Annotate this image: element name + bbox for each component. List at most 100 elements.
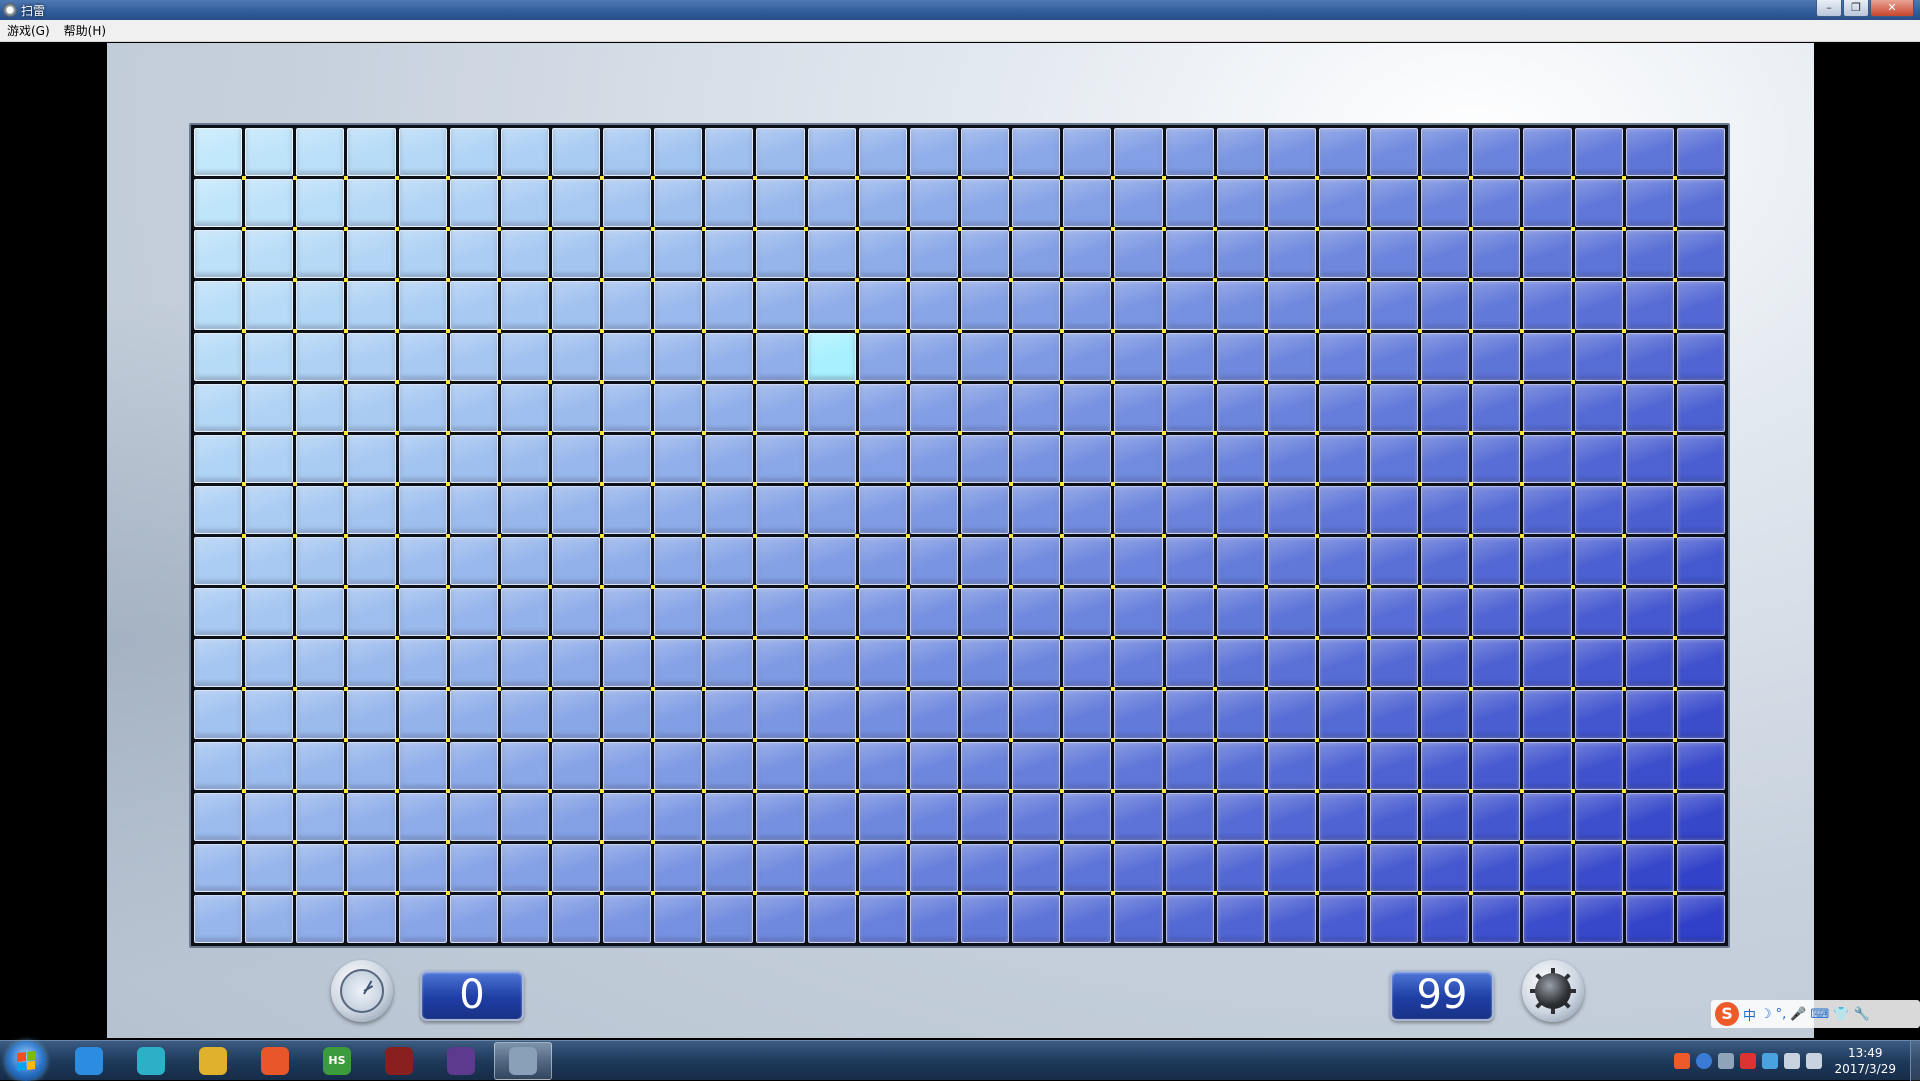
mine-cell[interactable] [1370, 128, 1419, 177]
mine-cell[interactable] [296, 230, 345, 279]
mine-cell[interactable] [1012, 639, 1061, 688]
mine-cell[interactable] [1165, 690, 1214, 739]
mine-cell[interactable] [1318, 332, 1368, 381]
sogou-tray-icon[interactable] [1674, 1053, 1691, 1069]
mine-cell[interactable] [347, 690, 396, 739]
taskbar-button[interactable] [122, 1042, 180, 1080]
mine-cell[interactable] [1370, 332, 1419, 381]
mine-cell[interactable] [603, 128, 652, 177]
mine-cell[interactable] [1523, 434, 1572, 483]
mine-cell[interactable] [1114, 639, 1163, 688]
mine-cell[interactable] [1574, 281, 1623, 330]
mine-cell[interactable] [1267, 332, 1316, 381]
mine-cell[interactable] [1676, 128, 1725, 177]
mine-cell[interactable] [961, 383, 1010, 432]
mine-cell[interactable] [858, 230, 907, 279]
mine-cell[interactable] [1370, 179, 1419, 228]
mine-cell[interactable] [705, 281, 754, 330]
mine-cell[interactable] [756, 179, 805, 228]
mine-cell[interactable] [1267, 537, 1316, 586]
mine-cell[interactable] [1267, 792, 1316, 841]
mine-cell[interactable] [1574, 230, 1623, 279]
mine-cell[interactable] [1114, 179, 1163, 228]
mine-cell[interactable] [1421, 537, 1470, 586]
mine-cell[interactable] [705, 179, 754, 228]
mine-cell[interactable] [398, 179, 447, 228]
mine-cell[interactable] [1523, 537, 1572, 586]
mine-cell[interactable] [1574, 179, 1623, 228]
mine-cell[interactable] [449, 281, 498, 330]
mine-cell[interactable] [1574, 537, 1623, 586]
mine-cell[interactable] [603, 639, 652, 688]
mine-cell[interactable] [449, 792, 498, 841]
mine-cell[interactable] [347, 843, 396, 892]
mine-cell[interactable] [194, 485, 243, 534]
mine-cell[interactable] [1216, 741, 1265, 790]
mine-cell[interactable] [1421, 690, 1470, 739]
mine-cell[interactable] [756, 741, 805, 790]
mine-cell[interactable] [245, 894, 294, 943]
mine-cell[interactable] [1370, 537, 1419, 586]
mine-cell[interactable] [909, 639, 958, 688]
mine-cell[interactable] [858, 792, 907, 841]
mine-cell[interactable] [347, 383, 396, 432]
mine-cell[interactable] [1012, 894, 1061, 943]
mine-cell[interactable] [1318, 588, 1368, 637]
ime-keyboard-icon[interactable]: ⌨ [1811, 1007, 1830, 1022]
mine-cell[interactable] [449, 843, 498, 892]
mine-cell[interactable] [1370, 281, 1419, 330]
mine-cell[interactable] [1063, 894, 1112, 943]
mine-cell[interactable] [1318, 434, 1368, 483]
mine-cell[interactable] [1216, 128, 1265, 177]
mine-cell[interactable] [1421, 230, 1470, 279]
mine-cell[interactable] [705, 894, 754, 943]
mine-cell[interactable] [756, 639, 805, 688]
mine-cell[interactable] [296, 690, 345, 739]
mine-cell[interactable] [1676, 230, 1725, 279]
mine-cell[interactable] [858, 639, 907, 688]
mine-cell[interactable] [705, 332, 754, 381]
mine-cell[interactable] [1625, 485, 1674, 534]
mine-cell[interactable] [1063, 230, 1112, 279]
mine-cell[interactable] [1165, 434, 1214, 483]
mine-cell[interactable] [1574, 792, 1623, 841]
ime-punctuation-icon[interactable]: °, [1776, 1007, 1787, 1022]
mine-cell[interactable] [1421, 588, 1470, 637]
mine-cell[interactable] [1574, 128, 1623, 177]
mine-cell[interactable] [654, 383, 703, 432]
mine-cell[interactable] [961, 792, 1010, 841]
mine-cell[interactable] [449, 588, 498, 637]
mine-cell[interactable] [194, 332, 243, 381]
show-hidden-icons[interactable] [1718, 1053, 1735, 1069]
mine-cell[interactable] [245, 383, 294, 432]
taskbar-button[interactable] [60, 1042, 118, 1080]
mine-cell[interactable] [1318, 383, 1368, 432]
mine-cell[interactable] [194, 792, 243, 841]
mine-cell[interactable] [705, 741, 754, 790]
mine-cell[interactable] [1574, 588, 1623, 637]
mine-cell[interactable] [1063, 690, 1112, 739]
mine-cell[interactable] [1574, 843, 1623, 892]
maximize-button[interactable]: ❐ [1843, 0, 1869, 17]
mine-cell[interactable] [654, 230, 703, 279]
mine-cell[interactable] [654, 179, 703, 228]
mine-cell[interactable] [705, 128, 754, 177]
mine-cell[interactable] [705, 230, 754, 279]
mine-cell[interactable] [1267, 741, 1316, 790]
mine-cell[interactable] [1165, 230, 1214, 279]
mine-cell[interactable] [1625, 179, 1674, 228]
mine-cell[interactable] [858, 383, 907, 432]
mine-cell[interactable] [1114, 128, 1163, 177]
mine-cell[interactable] [1676, 741, 1725, 790]
mine-cell[interactable] [1114, 383, 1163, 432]
mine-cell[interactable] [909, 179, 958, 228]
mine-cell[interactable] [909, 128, 958, 177]
mine-cell[interactable] [807, 843, 856, 892]
mine-cell[interactable] [500, 281, 549, 330]
mine-cell[interactable] [347, 281, 396, 330]
mine-cell[interactable] [449, 894, 498, 943]
mine-cell[interactable] [245, 281, 294, 330]
mine-cell[interactable] [449, 690, 498, 739]
mine-cell[interactable] [500, 383, 549, 432]
mine-cell[interactable] [449, 434, 498, 483]
